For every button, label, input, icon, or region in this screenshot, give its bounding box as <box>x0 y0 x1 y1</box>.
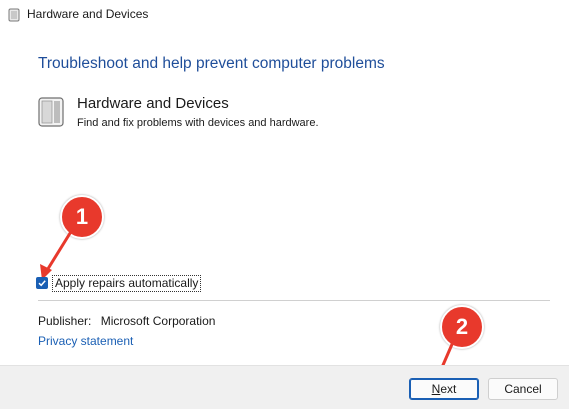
publisher-value: Microsoft Corporation <box>100 314 216 328</box>
privacy-statement-link[interactable]: Privacy statement <box>38 334 133 348</box>
divider <box>38 300 550 301</box>
next-button[interactable]: Next <box>409 378 479 400</box>
publisher-info: Publisher: Microsoft Corporation <box>38 314 215 328</box>
apply-repairs-checkbox[interactable] <box>36 277 48 289</box>
next-button-mnemonic: N <box>431 382 441 396</box>
next-button-label: ext <box>440 382 457 396</box>
checkmark-icon <box>38 280 46 287</box>
button-bar: Next Cancel <box>0 365 569 409</box>
publisher-label: Publisher: <box>38 314 92 328</box>
cancel-button[interactable]: Cancel <box>488 378 558 400</box>
annotation-arrow-1 <box>40 228 74 280</box>
apply-repairs-label[interactable]: Apply repairs automatically <box>52 274 202 292</box>
apply-repairs-checkbox-row[interactable]: Apply repairs automatically <box>36 274 202 292</box>
